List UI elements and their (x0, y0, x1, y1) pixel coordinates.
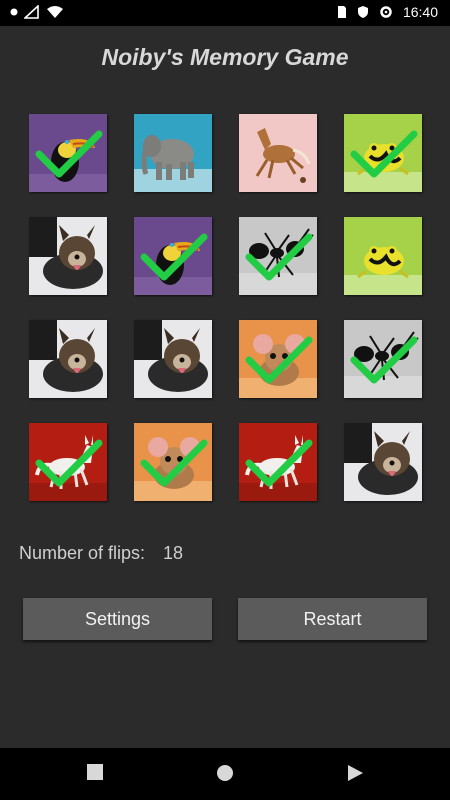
recent-apps-icon[interactable] (87, 764, 104, 781)
status-time: 16:40 (402, 4, 438, 20)
horse-image (239, 114, 317, 192)
card-wolf[interactable] (239, 423, 317, 501)
card-ant[interactable] (344, 320, 422, 398)
flips-count: 18 (163, 543, 184, 563)
wolf-image (239, 423, 317, 501)
elephant-image (134, 114, 212, 192)
restart-button[interactable]: Restart (238, 598, 427, 640)
card-grid (29, 114, 422, 501)
sim-card-icon (337, 6, 346, 18)
flips-label: Number of flips: (19, 543, 146, 563)
ant-image (344, 320, 422, 398)
home-icon[interactable] (216, 764, 234, 782)
game-title: Noiby's Memory Game (101, 44, 349, 70)
wifi-icon (47, 6, 63, 18)
card-dog[interactable] (134, 320, 212, 398)
card-frog[interactable] (344, 217, 422, 295)
dog-image (344, 423, 422, 501)
card-mouse[interactable] (239, 320, 317, 398)
signal-icon (24, 5, 39, 19)
settings-button[interactable]: Settings (23, 598, 212, 640)
toucan-image (134, 217, 212, 295)
card-dog[interactable] (29, 320, 107, 398)
back-icon[interactable] (347, 764, 364, 782)
mouse-image (134, 423, 212, 501)
frog-image (344, 114, 422, 192)
card-ant[interactable] (239, 217, 317, 295)
frog-image (344, 217, 422, 295)
dog-image (134, 320, 212, 398)
card-dog[interactable] (344, 423, 422, 501)
notification-dot-icon (10, 8, 18, 16)
mouse-image (239, 320, 317, 398)
ant-image (239, 217, 317, 295)
card-toucan[interactable] (29, 114, 107, 192)
card-horse[interactable] (239, 114, 317, 192)
card-mouse[interactable] (134, 423, 212, 501)
card-toucan[interactable] (134, 217, 212, 295)
card-elephant[interactable] (134, 114, 212, 192)
status-bar: 16:40 (0, 0, 450, 26)
card-wolf[interactable] (29, 423, 107, 501)
flips-counter: Number of flips: 18 (19, 543, 183, 564)
toucan-image (29, 114, 107, 192)
navigation-bar (0, 748, 450, 800)
wolf-image (29, 423, 107, 501)
dog-image (29, 320, 107, 398)
card-frog[interactable] (344, 114, 422, 192)
settings-gear-icon (380, 6, 392, 18)
card-dog[interactable] (29, 217, 107, 295)
shield-icon (357, 6, 368, 18)
dog-image (29, 217, 107, 295)
